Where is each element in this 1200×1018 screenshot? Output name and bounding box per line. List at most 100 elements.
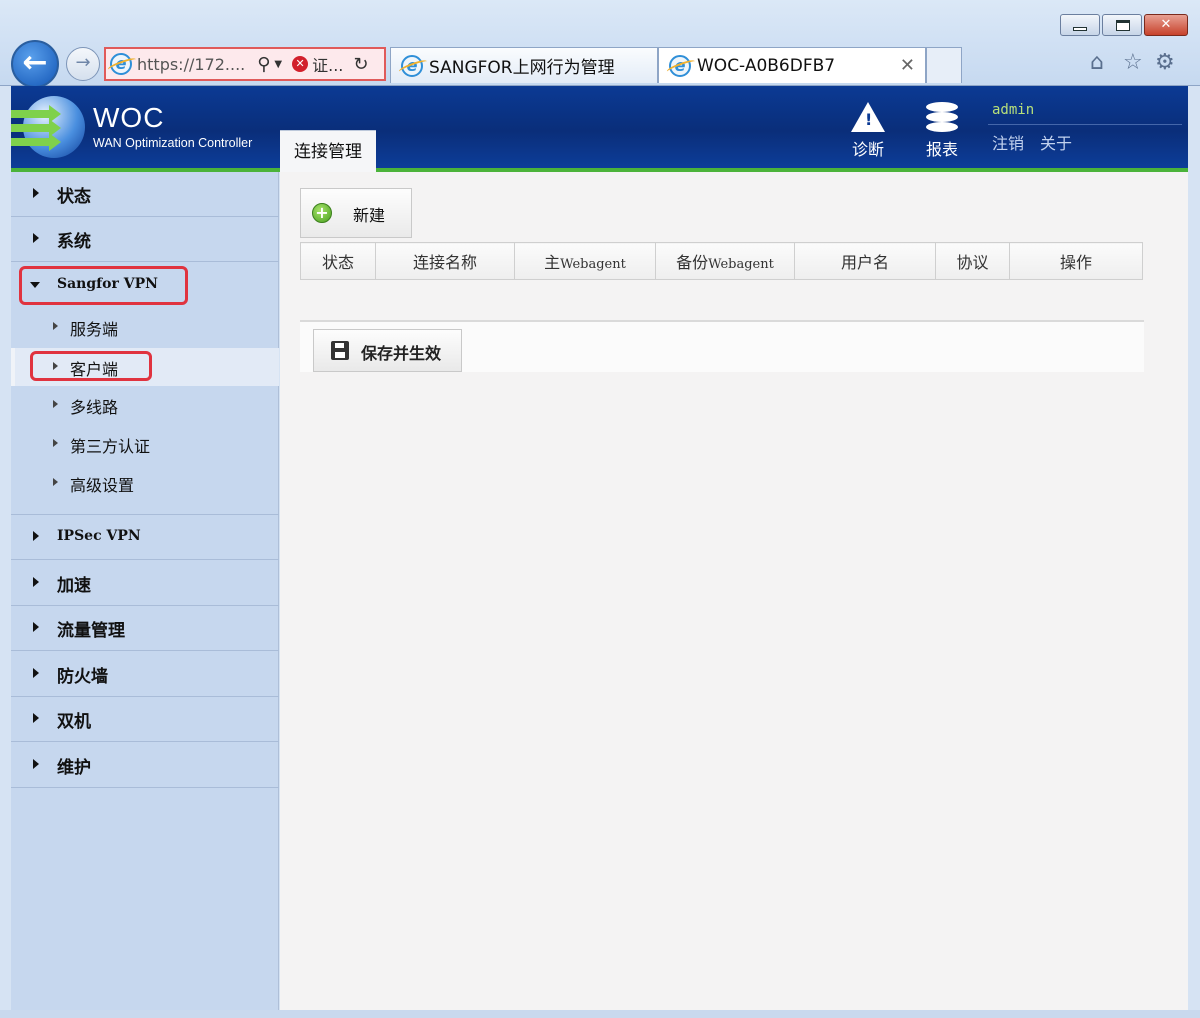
sidebar-item-label: IPSec VPN <box>57 528 141 544</box>
warning-icon: ! <box>851 102 885 132</box>
new-button[interactable]: + 新建 <box>300 188 412 238</box>
divider <box>988 124 1182 125</box>
expand-arrow-icon <box>33 188 39 198</box>
sidebar-item-dual-machine[interactable]: 双机 <box>11 697 279 742</box>
connection-table: 状态 连接名称 主Webagent 备份Webagent 用户名 协议 操作 <box>300 242 1143 280</box>
tab-title: WOC-A0B6DFB7 <box>697 56 835 76</box>
tab-connection-management[interactable]: 连接管理 <box>280 130 376 172</box>
dropdown-caret-icon[interactable]: ▼ <box>274 59 282 70</box>
logout-link[interactable]: 注销 <box>992 130 1024 154</box>
main-content: + 新建 状态 连接名称 主Webagent 备份Webagent 用户名 协议… <box>280 172 1188 1010</box>
app-title: WOC <box>93 102 164 134</box>
settings-gear-icon[interactable]: ⚙ <box>1155 50 1175 75</box>
sidebar-subitem-label: 第三方认证 <box>70 433 150 457</box>
close-window-button[interactable]: ✕ <box>1144 14 1188 36</box>
about-link[interactable]: 关于 <box>1040 130 1072 154</box>
expand-arrow-icon <box>33 622 39 632</box>
expand-arrow-icon <box>33 759 39 769</box>
tab-title: SANGFOR上网行为管理 <box>429 53 615 78</box>
sidebar-item-label: 维护 <box>57 753 91 778</box>
sidebar-item-status[interactable]: 状态 <box>11 172 279 217</box>
favorites-star-icon[interactable]: ☆ <box>1123 50 1143 75</box>
diagnose-button[interactable]: ! 诊断 <box>843 100 893 160</box>
expand-arrow-icon <box>53 400 58 408</box>
app-header: WOC WAN Optimization Controller 连接管理 ! 诊… <box>11 86 1188 172</box>
logo-arrow <box>11 124 51 132</box>
sidebar: 状态 系统 Sangfor VPN 服务端 客户端 多线路 第三方认证 高级设置… <box>11 172 279 1010</box>
expand-arrow-icon <box>33 577 39 587</box>
save-toolbar: 保存并生效 <box>300 320 1144 372</box>
sidebar-item-label: Sangfor VPN <box>57 276 158 292</box>
close-tab-icon[interactable]: ✕ <box>900 55 915 76</box>
sidebar-subitem-client[interactable]: 客户端 <box>11 348 279 386</box>
home-icon[interactable]: ⌂ <box>1090 50 1104 75</box>
back-arrow-icon: ← <box>22 45 47 80</box>
browser-tab-active[interactable]: e WOC-A0B6DFB7 ✕ <box>658 47 926 83</box>
sidebar-subitem-advanced[interactable]: 高级设置 <box>11 464 279 502</box>
sidebar-subitem-multiline[interactable]: 多线路 <box>11 386 279 424</box>
maximize-button[interactable] <box>1102 14 1142 36</box>
column-header-label: 备份 <box>676 253 708 272</box>
sidebar-item-label: 加速 <box>57 571 91 596</box>
minimize-button[interactable] <box>1060 14 1100 36</box>
expand-arrow-icon <box>33 668 39 678</box>
sidebar-item-ipsec-vpn[interactable]: IPSec VPN <box>11 515 279 560</box>
search-icon[interactable]: ⚲ <box>257 54 270 75</box>
certificate-error-icon[interactable]: ✕ <box>292 56 308 72</box>
sidebar-item-system[interactable]: 系统 <box>11 217 279 262</box>
new-tab-button[interactable] <box>926 47 962 83</box>
save-and-apply-button[interactable]: 保存并生效 <box>313 329 462 372</box>
sidebar-item-label: 双机 <box>57 707 91 732</box>
sidebar-subitem-label: 服务端 <box>70 316 118 340</box>
sidebar-item-sangfor-vpn[interactable]: Sangfor VPN <box>11 263 279 308</box>
forward-button[interactable]: → <box>66 47 100 81</box>
ie-logo-icon: e <box>401 55 423 77</box>
sidebar-item-label: 状态 <box>57 182 91 207</box>
window-controls: ✕ <box>1058 14 1188 36</box>
expand-arrow-icon <box>53 362 58 370</box>
sidebar-item-traffic-management[interactable]: 流量管理 <box>11 606 279 651</box>
sidebar-item-label: 系统 <box>57 227 91 252</box>
table-header-row: 状态 连接名称 主Webagent 备份Webagent 用户名 协议 操作 <box>301 243 1143 280</box>
back-button[interactable]: ← <box>11 40 59 88</box>
expand-arrow-icon <box>53 439 58 447</box>
username: admin <box>992 102 1034 118</box>
diagnose-label: 诊断 <box>843 136 893 160</box>
browser-tab[interactable]: e SANGFOR上网行为管理 <box>390 47 658 83</box>
certificate-error-label[interactable]: 证... <box>312 52 343 76</box>
collapse-arrow-icon <box>30 282 40 288</box>
column-header-backup-webagent[interactable]: 备份Webagent <box>656 243 795 280</box>
sidebar-subitem-label: 多线路 <box>70 394 118 418</box>
forward-arrow-icon: → <box>75 52 90 73</box>
sidebar-item-label: 防火墙 <box>57 662 108 687</box>
column-header-label: 主 <box>544 253 560 272</box>
report-button[interactable]: 报表 <box>917 100 967 160</box>
address-bar[interactable]: e https://172.... ⚲ ▼ ✕ 证... ↻ <box>104 47 386 81</box>
sidebar-item-firewall[interactable]: 防火墙 <box>11 652 279 697</box>
column-header-protocol[interactable]: 协议 <box>936 243 1010 280</box>
sidebar-item-acceleration[interactable]: 加速 <box>11 561 279 606</box>
column-header-primary-webagent[interactable]: 主Webagent <box>515 243 656 280</box>
sidebar-item-maintenance[interactable]: 维护 <box>11 743 279 788</box>
column-header-username[interactable]: 用户名 <box>795 243 936 280</box>
expand-arrow-icon <box>33 713 39 723</box>
refresh-icon[interactable]: ↻ <box>353 54 368 75</box>
sidebar-subitem-third-party-auth[interactable]: 第三方认证 <box>11 425 279 463</box>
sidebar-subitem-label: 高级设置 <box>70 472 134 496</box>
sidebar-subitem-server[interactable]: 服务端 <box>11 308 279 346</box>
report-label: 报表 <box>917 136 967 160</box>
expand-arrow-icon <box>33 233 39 243</box>
database-icon <box>926 102 958 132</box>
address-url[interactable]: https://172.... <box>137 55 245 74</box>
close-icon: ✕ <box>1145 15 1187 35</box>
maximize-icon <box>1116 20 1130 31</box>
column-header-actions[interactable]: 操作 <box>1010 243 1143 280</box>
window-frame-bottom <box>0 1010 1200 1018</box>
ie-logo-icon: e <box>669 55 691 77</box>
save-disk-icon <box>331 341 349 360</box>
expand-arrow-icon <box>33 531 39 541</box>
logo-arrow <box>11 110 51 118</box>
column-header-status[interactable]: 状态 <box>301 243 376 280</box>
minimize-icon <box>1073 27 1087 31</box>
column-header-connection-name[interactable]: 连接名称 <box>376 243 515 280</box>
